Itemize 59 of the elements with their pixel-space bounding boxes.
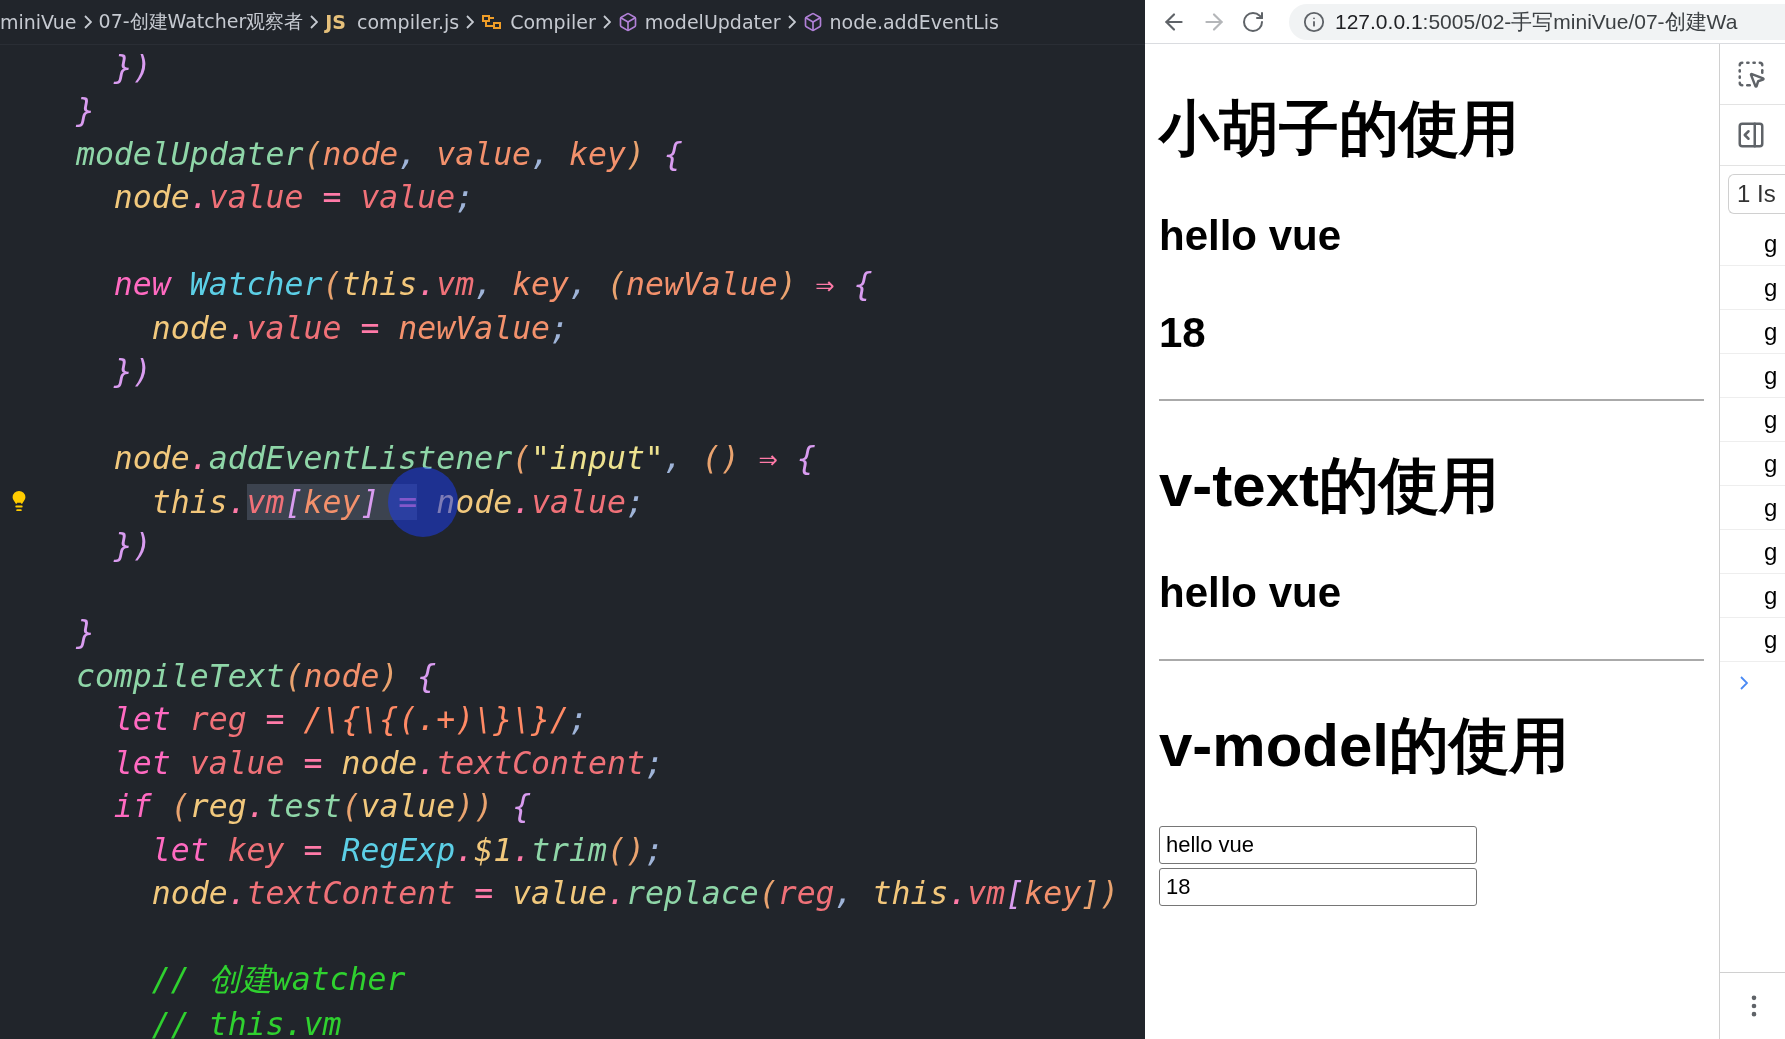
code-line: node.value = newValue; <box>151 309 570 346</box>
console-row: g <box>1720 574 1785 618</box>
code-line: } <box>75 614 95 651</box>
console-row: g <box>1720 354 1785 398</box>
chevron-icon <box>466 15 475 29</box>
code-line: // 创建watcher <box>151 960 406 1000</box>
breadcrumb-item[interactable]: miniVue <box>0 11 77 33</box>
code-line: modelUpdater(node, value, key) { <box>75 135 683 172</box>
console-row: g <box>1720 222 1785 266</box>
breadcrumb-item[interactable]: modelUpdater <box>644 11 781 33</box>
breadcrumb-item[interactable]: Compiler <box>510 11 596 33</box>
code-line: node.value = value; <box>113 179 475 216</box>
chevron-icon <box>83 15 92 29</box>
page-heading: v-model的使用 <box>1159 711 1571 781</box>
console-row: g <box>1720 618 1785 662</box>
code-line: if (reg.test(value)) { <box>113 788 532 825</box>
console-row: g <box>1720 398 1785 442</box>
console-row: g <box>1720 486 1785 530</box>
breadcrumb-item[interactable]: node.addEventLis <box>829 11 999 33</box>
console-row: g <box>1720 266 1785 310</box>
code-line: }) <box>113 48 152 85</box>
page-heading: v-text的使用 <box>1159 451 1501 521</box>
code-line: let key = RegExp.$1.trim(); <box>151 831 664 868</box>
cube-icon <box>802 12 823 32</box>
code-line: // this.vm <box>151 1005 342 1039</box>
panel-toggle-icon[interactable] <box>1736 120 1766 150</box>
page-subheading: hello vue <box>1159 211 1343 261</box>
issues-tab[interactable]: 1 Is <box>1728 174 1785 214</box>
reload-button[interactable] <box>1241 9 1265 34</box>
console-row: g <box>1720 310 1785 354</box>
code-line: compileText(node) { <box>75 657 437 694</box>
breadcrumb-item[interactable]: 07-创建Watcher观察者 <box>98 9 304 35</box>
address-bar[interactable]: 127.0.0.1:5005/02-手写miniVue/07-创建Wa <box>1289 3 1785 40</box>
console-row: g <box>1720 442 1785 486</box>
console-row: g <box>1720 530 1785 574</box>
code-line: node.textContent = value.replace(reg, this.vm[key]) <box>151 875 1120 912</box>
page-heading: 小胡子的使用 <box>1159 94 1520 164</box>
breadcrumb-item[interactable]: compiler.js <box>357 11 460 33</box>
chevron-icon <box>602 15 611 29</box>
code-line: node.addEventListener("input", () ⇒ { <box>113 440 816 477</box>
text-input[interactable]: 18 <box>1159 868 1477 906</box>
class-icon <box>481 12 504 32</box>
info-icon[interactable] <box>1303 10 1325 33</box>
code-line: }) <box>113 353 152 390</box>
chevron-icon <box>787 15 796 29</box>
file-type-label: JS <box>325 11 346 33</box>
code-line: let value = node.textContent; <box>113 744 664 781</box>
text-input[interactable]: hello vue <box>1159 826 1477 864</box>
code-line: let reg = /\{\{(.+)\}\}/; <box>113 701 588 738</box>
page-subheading: 18 <box>1159 308 1207 358</box>
inspect-icon[interactable] <box>1736 59 1766 89</box>
cube-icon <box>617 12 638 32</box>
code-line: new Watcher(this.vm, key, (newValue) ⇒ { <box>113 266 873 303</box>
chevron-icon <box>1740 676 1748 690</box>
code-line: }) <box>113 527 152 564</box>
code-line: this.vm[key] = node.value; <box>151 483 645 520</box>
code-line: } <box>75 92 95 129</box>
page-subheading: hello vue <box>1159 568 1343 618</box>
chevron-icon <box>310 15 319 29</box>
